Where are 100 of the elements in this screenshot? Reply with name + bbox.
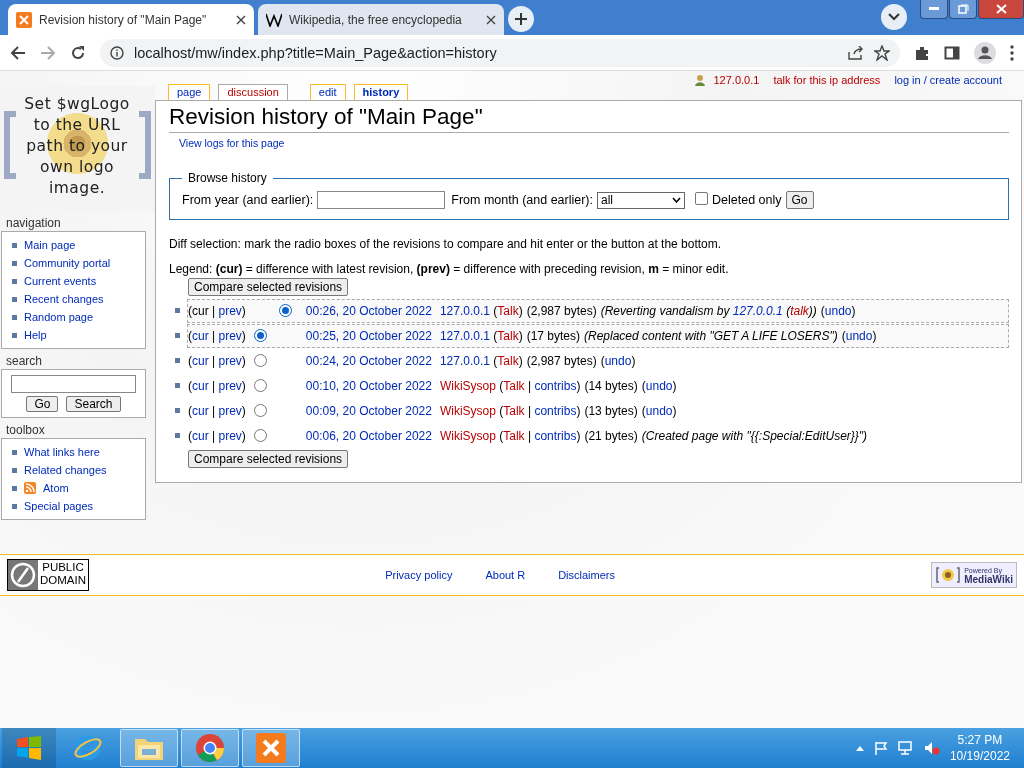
search-field[interactable] xyxy=(11,375,136,393)
diff-link[interactable]: prev xyxy=(218,403,242,418)
talk-link[interactable]: talk for this ip address xyxy=(773,74,881,86)
address-bar[interactable]: localhost/mw/index.php?title=Main_Page&action=history xyxy=(100,38,900,67)
browser-tab[interactable]: Revision history of "Main Page" xyxy=(8,4,254,35)
diff-link[interactable]: cur xyxy=(192,328,209,343)
user-link[interactable]: WikiSysop xyxy=(439,428,496,443)
puzzle-icon[interactable] xyxy=(914,44,930,61)
sidebar-link[interactable]: What links here xyxy=(24,446,100,458)
undo-link[interactable]: undo xyxy=(645,378,673,393)
footer-link[interactable]: Privacy policy xyxy=(385,569,453,581)
compare-button[interactable]: Compare selected revisions xyxy=(188,450,349,468)
start-button[interactable] xyxy=(2,728,56,768)
star-icon[interactable] xyxy=(874,44,890,61)
user-link[interactable]: contribs xyxy=(534,403,577,418)
undo-link[interactable]: undo xyxy=(824,303,852,318)
sidebar-link[interactable]: Recent changes xyxy=(24,293,104,305)
search-button[interactable]: Go xyxy=(26,396,59,412)
taskbar-button[interactable] xyxy=(242,729,300,767)
sidebar-link[interactable]: Current events xyxy=(24,275,97,287)
deleted-checkbox[interactable] xyxy=(695,192,708,205)
public-domain-badge[interactable]: PUBLIC DOMAIN xyxy=(7,559,89,591)
year-field[interactable] xyxy=(317,191,446,209)
summary-link[interactable]: talk xyxy=(790,303,809,318)
menu-icon[interactable] xyxy=(1010,44,1014,61)
diff-link[interactable]: prev xyxy=(218,303,242,318)
footer-link[interactable]: Disclaimers xyxy=(558,569,615,581)
diff-link[interactable]: cur xyxy=(192,403,209,418)
clock[interactable]: 5:27 PM 10/19/2022 xyxy=(949,732,1010,764)
sidebar-link[interactable]: Community portal xyxy=(24,257,111,269)
user-link[interactable]: Talk xyxy=(497,328,519,343)
close-icon[interactable] xyxy=(236,14,246,25)
muted-speaker-icon[interactable] xyxy=(923,741,940,755)
close-icon[interactable] xyxy=(486,14,496,25)
go-button[interactable]: Go xyxy=(785,191,814,209)
diff-link[interactable]: prev xyxy=(218,428,242,443)
page-tab[interactable]: page xyxy=(168,84,211,100)
revision-date-link[interactable]: 00:10, 20 October 2022 xyxy=(305,378,432,393)
sidebar-link[interactable]: Related changes xyxy=(24,464,107,476)
user-link[interactable]: 127.0.0.1 xyxy=(439,353,490,368)
sidebar-link[interactable]: Atom xyxy=(43,482,69,494)
user-link[interactable]: 127.0.0.1 xyxy=(713,74,760,86)
radio-button[interactable] xyxy=(253,404,267,417)
revision-date-link[interactable]: 00:24, 20 October 2022 xyxy=(305,353,432,368)
new-tab-button[interactable] xyxy=(508,6,534,32)
user-link[interactable]: Talk xyxy=(503,403,525,418)
diff-link[interactable]: cur xyxy=(192,378,209,393)
minimize-button[interactable] xyxy=(920,0,948,19)
side-panel-icon[interactable] xyxy=(944,44,960,61)
user-link[interactable]: Talk xyxy=(503,378,525,393)
user-link[interactable]: Talk xyxy=(497,353,519,368)
caret-icon[interactable] xyxy=(855,745,864,751)
reload-icon[interactable] xyxy=(70,44,86,61)
diff-link[interactable]: prev xyxy=(218,378,242,393)
tab-search-button[interactable] xyxy=(881,4,907,30)
logs-link[interactable]: View logs for this page xyxy=(179,137,285,149)
radio-button[interactable] xyxy=(278,304,292,317)
compare-button[interactable]: Compare selected revisions xyxy=(188,278,349,296)
user-link[interactable]: WikiSysop xyxy=(439,403,496,418)
undo-link[interactable]: undo xyxy=(845,328,873,343)
user-link[interactable]: 127.0.0.1 xyxy=(439,328,490,343)
radio-button[interactable] xyxy=(253,354,267,367)
search-button[interactable]: Search xyxy=(66,396,121,412)
sidebar-link[interactable]: Special pages xyxy=(24,500,94,512)
diff-link[interactable]: cur xyxy=(192,353,209,368)
user-link[interactable]: WikiSysop xyxy=(439,378,496,393)
sidebar-link[interactable]: Random page xyxy=(24,311,94,323)
diff-link[interactable]: cur xyxy=(192,428,209,443)
network-icon[interactable] xyxy=(897,741,914,755)
radio-button[interactable] xyxy=(253,429,267,442)
undo-link[interactable]: undo xyxy=(604,353,632,368)
page-tab[interactable]: edit xyxy=(309,84,346,100)
restore-button[interactable] xyxy=(949,0,977,19)
close-button[interactable] xyxy=(978,0,1024,19)
taskbar-button[interactable] xyxy=(181,729,239,767)
user-link[interactable]: Talk xyxy=(497,303,519,318)
login-link[interactable]: log in / create account xyxy=(894,74,1002,86)
user-link[interactable]: Talk xyxy=(503,428,525,443)
page-tab[interactable]: history xyxy=(353,84,409,100)
user-link[interactable]: contribs xyxy=(534,378,577,393)
diff-link[interactable]: prev xyxy=(218,353,242,368)
radio-button[interactable] xyxy=(253,379,267,392)
diff-link[interactable]: prev xyxy=(218,328,242,343)
footer-link[interactable]: About R xyxy=(485,569,526,581)
month-dropdown[interactable]: all xyxy=(597,191,685,209)
browser-tab[interactable]: Wikipedia, the free encyclopedia xyxy=(258,4,504,35)
undo-link[interactable]: undo xyxy=(645,403,673,418)
revision-date-link[interactable]: 00:06, 20 October 2022 xyxy=(305,428,432,443)
summary-link[interactable]: 127.0.0.1 xyxy=(732,303,783,318)
revision-date-link[interactable]: 00:25, 20 October 2022 xyxy=(305,328,432,343)
sidebar-link[interactable]: Main page xyxy=(24,239,76,251)
radio-button[interactable] xyxy=(253,329,267,342)
user-link[interactable]: contribs xyxy=(534,428,577,443)
profile-icon[interactable] xyxy=(974,41,996,64)
revision-date-link[interactable]: 00:09, 20 October 2022 xyxy=(305,403,432,418)
page-tab[interactable]: discussion xyxy=(218,84,288,100)
revision-date-link[interactable]: 00:26, 20 October 2022 xyxy=(305,303,432,318)
user-link[interactable]: 127.0.0.1 xyxy=(439,303,490,318)
flag-icon[interactable] xyxy=(873,741,888,755)
sidebar-link[interactable]: Help xyxy=(24,329,47,341)
